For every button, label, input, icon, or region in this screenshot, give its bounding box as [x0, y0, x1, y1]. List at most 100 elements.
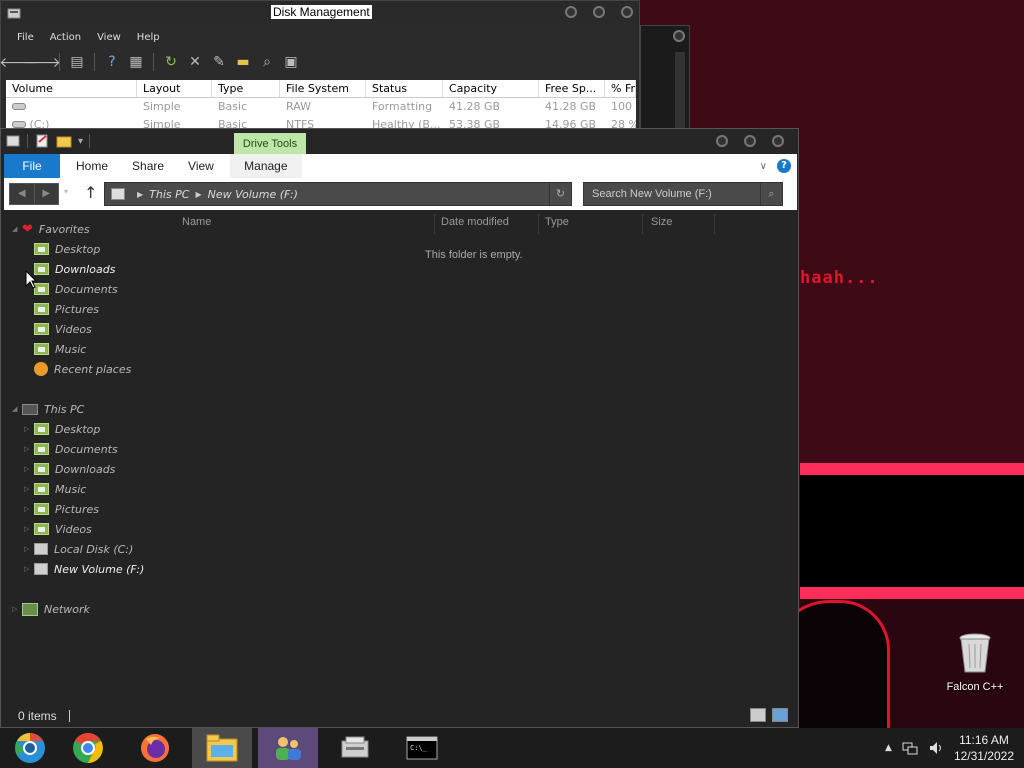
window-menu-icon[interactable]	[5, 133, 21, 149]
breadcrumb-new-volume[interactable]: New Volume (F:)	[208, 188, 298, 201]
vertical-scrollbar[interactable]	[675, 53, 685, 128]
chevron-right-icon[interactable]: ▷	[24, 485, 34, 493]
chevron-right-icon[interactable]: ▷	[24, 465, 34, 473]
menu-help[interactable]: Help	[129, 32, 168, 43]
refresh-icon[interactable]: ↻	[549, 183, 571, 205]
chevron-down-icon[interactable]: ∨	[760, 161, 767, 172]
forward-arrow-icon[interactable]: 🡒	[23, 53, 61, 71]
disk-management-window[interactable]: Disk Management File Action View Help 🡐 …	[0, 0, 685, 136]
nav-item-downloads[interactable]: Downloads	[34, 259, 115, 279]
column-header[interactable]: % Fr	[605, 80, 636, 97]
nav-favorites[interactable]: ◢ ❤ Favorites	[12, 219, 90, 239]
column-divider[interactable]	[642, 214, 643, 234]
chevron-down-icon[interactable]: ◢	[12, 225, 22, 233]
column-divider[interactable]	[714, 214, 715, 234]
column-divider[interactable]	[538, 214, 539, 234]
drive-tools-contextual-tab[interactable]: Drive Tools	[234, 133, 306, 155]
file-explorer-window[interactable]: ▾ Drive Tools File Home Share View Manag…	[0, 128, 799, 728]
properties-icon[interactable]: ▦	[127, 53, 145, 71]
back-button[interactable]: ◀	[10, 184, 34, 204]
search-input[interactable]: Search New Volume (F:) ⌕	[583, 182, 783, 206]
delete-icon[interactable]: ✕	[186, 53, 204, 71]
tab-file[interactable]: File	[4, 154, 60, 178]
tab-share[interactable]: Share	[120, 154, 176, 178]
clock[interactable]: 11:16 AM 12/31/2022	[954, 732, 1014, 764]
column-header-type[interactable]: Type	[545, 216, 569, 228]
taskbar-app-chrome[interactable]	[58, 728, 118, 768]
chevron-down-icon[interactable]: ◢	[12, 405, 22, 413]
taskbar-app-file-explorer[interactable]	[192, 728, 252, 768]
column-header[interactable]: Free Sp...	[539, 80, 605, 97]
chevron-right-icon[interactable]: ▷	[12, 605, 22, 613]
chevron-down-icon[interactable]: ▾	[78, 136, 83, 147]
column-header[interactable]: File System	[280, 80, 366, 97]
nav-item-local-disk[interactable]: ▷ Local Disk (C:)	[24, 539, 133, 559]
search-icon[interactable]: ⌕	[760, 183, 782, 205]
nav-this-pc[interactable]: ◢ This PC	[12, 399, 84, 419]
column-divider[interactable]	[434, 214, 435, 234]
nav-item-recent-places[interactable]: Recent places	[34, 359, 131, 379]
volume-icon[interactable]	[928, 740, 944, 756]
nav-item-pictures[interactable]: ▷ Pictures	[24, 499, 99, 519]
help-icon[interactable]: ?	[777, 159, 791, 173]
search-icon[interactable]: ⌕	[258, 53, 276, 71]
column-header[interactable]: Type	[212, 80, 280, 97]
chevron-right-icon[interactable]: ▷	[24, 505, 34, 513]
chevron-right-icon[interactable]: ▷	[24, 565, 34, 573]
new-folder-icon[interactable]	[56, 133, 72, 149]
breadcrumb-separator[interactable]: ▶	[195, 190, 201, 199]
settings-icon[interactable]: ▣	[282, 53, 300, 71]
nav-network[interactable]: ▷ Network	[12, 599, 90, 619]
network-icon[interactable]	[902, 740, 918, 756]
maximize-button[interactable]	[744, 135, 756, 147]
taskbar-app-chrome-beta[interactable]	[0, 728, 60, 768]
chevron-right-icon[interactable]: ▷	[24, 545, 34, 553]
address-bar[interactable]: ▶ This PC ▶ New Volume (F:) ↻	[104, 182, 572, 206]
nav-item-music[interactable]: Music	[34, 339, 86, 359]
nav-item-videos[interactable]: Videos	[34, 319, 92, 339]
column-header[interactable]: Status	[366, 80, 443, 97]
nav-item-music[interactable]: ▷ Music	[24, 479, 86, 499]
nav-item-new-volume[interactable]: ▷ New Volume (F:)	[24, 559, 144, 579]
maximize-button[interactable]	[593, 6, 605, 18]
nav-item-downloads[interactable]: ▷ Downloads	[24, 459, 115, 479]
large-icons-view-icon[interactable]	[772, 708, 788, 722]
title-bar[interactable]: Disk Management	[1, 1, 639, 26]
nav-item-desktop[interactable]: ▷ Desktop	[24, 419, 100, 439]
column-header-date[interactable]: Date modified	[441, 216, 509, 228]
breadcrumb-this-pc[interactable]: This PC	[149, 188, 189, 201]
close-button[interactable]	[621, 6, 633, 18]
tab-view[interactable]: View	[176, 154, 226, 178]
tab-manage[interactable]: Manage	[229, 154, 302, 178]
taskbar-app-users[interactable]	[258, 728, 318, 768]
minimize-button[interactable]	[565, 6, 577, 18]
minimize-button[interactable]	[716, 135, 728, 147]
nav-item-videos[interactable]: ▷ Videos	[24, 519, 92, 539]
close-button[interactable]	[772, 135, 784, 147]
column-header[interactable]: Layout	[137, 80, 212, 97]
menu-view[interactable]: View	[89, 32, 129, 43]
help-icon[interactable]: ?	[103, 53, 121, 71]
menu-action[interactable]: Action	[42, 32, 89, 43]
taskbar-app-command-prompt[interactable]: C:\_	[392, 728, 452, 768]
open-folder-icon[interactable]: ▬	[234, 53, 252, 71]
up-arrow-icon[interactable]: ↑	[84, 183, 97, 202]
taskbar-app-firefox[interactable]	[125, 728, 185, 768]
forward-button[interactable]: ▶	[33, 184, 59, 204]
nav-item-documents[interactable]: Documents	[34, 279, 118, 299]
column-header[interactable]: Volume	[6, 80, 137, 97]
chevron-right-icon[interactable]: ▷	[24, 425, 34, 433]
desktop-icon-falcon[interactable]: Falcon C++	[940, 632, 1010, 693]
nav-item-documents[interactable]: ▷ Documents	[24, 439, 118, 459]
details-view-icon[interactable]	[750, 708, 766, 722]
tab-home[interactable]: Home	[64, 154, 120, 178]
chevron-right-icon[interactable]: ▷	[24, 445, 34, 453]
chevron-right-icon[interactable]: ▷	[24, 525, 34, 533]
nav-item-desktop[interactable]: Desktop	[34, 239, 100, 259]
edit-icon[interactable]: ✎	[210, 53, 228, 71]
menu-file[interactable]: File	[9, 32, 42, 43]
show-hidden-icons-icon[interactable]: ▲	[885, 743, 892, 753]
console-tree-icon[interactable]: ▤	[68, 53, 86, 71]
close-button[interactable]	[673, 30, 685, 42]
nav-item-pictures[interactable]: Pictures	[34, 299, 99, 319]
